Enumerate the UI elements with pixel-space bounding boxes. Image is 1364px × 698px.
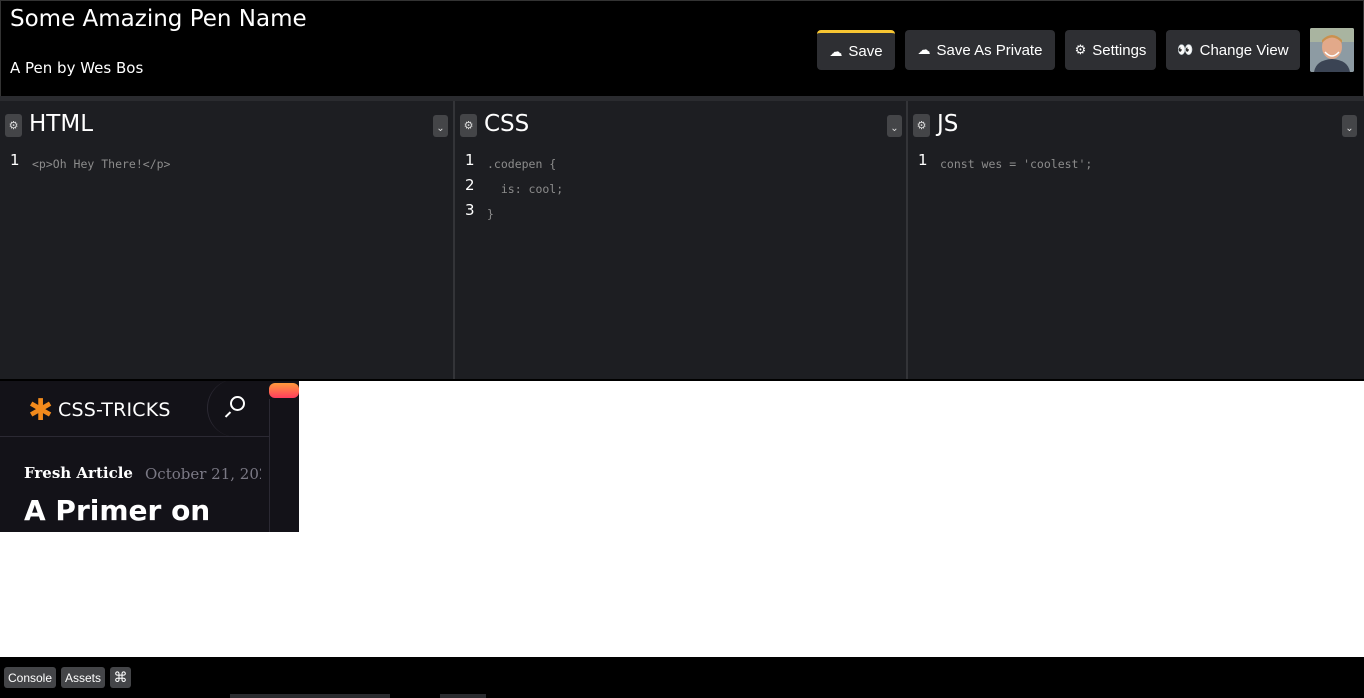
code-text[interactable]: } [487,207,494,221]
article-date: October 21, 2023 [145,465,261,483]
cloud-icon: ☁ [829,43,843,59]
settings-button[interactable]: ⚙ Settings [1065,30,1156,70]
change-view-label: Change View [1199,41,1289,59]
line-number: 2 [465,176,475,194]
css-tricks-logo[interactable]: CSS-TRICKS [58,399,171,421]
css-editor-title: CSS [484,111,530,137]
css-tricks-nav: ✱ CSS-TRICKS [0,381,270,437]
console-button[interactable]: Console [4,667,56,688]
css-tricks-star-icon: ✱ [28,393,54,428]
line-number: 1 [465,151,475,169]
css-tricks-embed[interactable]: ✱ CSS-TRICKS Fresh Article October 21, 2… [0,381,299,532]
assets-button[interactable]: Assets [61,667,105,688]
js-chevron-down-icon[interactable]: ⌄ [1342,115,1357,137]
avatar-image [1310,28,1354,72]
search-button[interactable] [207,381,269,437]
code-text[interactable]: .codepen { [487,157,556,171]
result-preview[interactable]: ✱ CSS-TRICKS Fresh Article October 21, 2… [0,379,1364,658]
save-button[interactable]: ☁ Save [817,30,895,70]
js-editor-title: JS [937,111,959,137]
pen-title[interactable]: Some Amazing Pen Name [10,6,307,32]
code-line: 3 } [455,199,906,224]
html-code-area[interactable]: 1 <p>Oh Hey There!</p> [0,149,453,174]
pen-author: A Pen by Wes Bos [10,59,144,77]
change-view-button[interactable]: 👀 Change View [1166,30,1300,70]
fresh-article-label: Fresh Article [24,464,133,482]
gear-icon: ⚙ [1074,42,1087,57]
save-as-private-button[interactable]: ☁ Save As Private [905,30,1055,70]
css-settings-gear-icon[interactable]: ⚙ [460,114,477,137]
pen-header: Some Amazing Pen Name A Pen by Wes Bos ☁… [0,0,1364,96]
search-icon-handle [224,411,232,418]
code-text[interactable]: is: cool; [487,182,563,196]
keyboard-shortcuts-icon[interactable]: ⌘ [110,667,131,688]
user-avatar[interactable] [1310,28,1354,72]
code-line: 2 is: cool; [455,174,906,199]
settings-label: Settings [1092,41,1147,59]
line-number: 3 [465,201,475,219]
footer-scroll-track [440,694,486,698]
html-chevron-down-icon[interactable]: ⌄ [433,115,448,137]
code-line: 1 const wes = 'coolest'; [908,149,1364,174]
save-as-private-label: Save As Private [936,41,1043,59]
article-headline[interactable]: A Primer on [24,494,210,527]
code-line: 1 <p>Oh Hey There!</p> [0,149,453,174]
accent-pill [269,383,299,398]
code-text[interactable]: <p>Oh Hey There!</p> [32,157,170,171]
line-number: 1 [918,151,928,169]
css-editor-header: ⚙ CSS ⌄ [455,101,906,148]
css-editor[interactable]: ⚙ CSS ⌄ 1 .codepen { 2 is: cool; 3 } [455,101,906,379]
js-editor[interactable]: ⚙ JS ⌄ 1 const wes = 'coolest'; [908,101,1364,379]
eyes-icon: 👀 [1177,42,1194,57]
save-button-label: Save [848,43,883,60]
html-editor[interactable]: ⚙ HTML ⌄ 1 <p>Oh Hey There!</p> [0,101,453,379]
js-settings-gear-icon[interactable]: ⚙ [913,114,930,137]
cloud-icon: ☁ [917,42,931,57]
html-editor-title: HTML [29,111,94,137]
js-editor-header: ⚙ JS ⌄ [908,101,1364,148]
html-editor-header: ⚙ HTML ⌄ [0,101,453,148]
js-code-area[interactable]: 1 const wes = 'coolest'; [908,149,1364,174]
footer-bar: Console Assets ⌘ [0,658,1364,698]
side-rail [269,399,299,532]
footer-scroll-track [230,694,390,698]
search-icon [230,396,245,411]
line-number: 1 [10,151,20,169]
css-code-area[interactable]: 1 .codepen { 2 is: cool; 3 } [455,149,906,224]
code-text[interactable]: const wes = 'coolest'; [940,157,1092,171]
css-chevron-down-icon[interactable]: ⌄ [887,115,902,137]
code-line: 1 .codepen { [455,149,906,174]
html-settings-gear-icon[interactable]: ⚙ [5,114,22,137]
